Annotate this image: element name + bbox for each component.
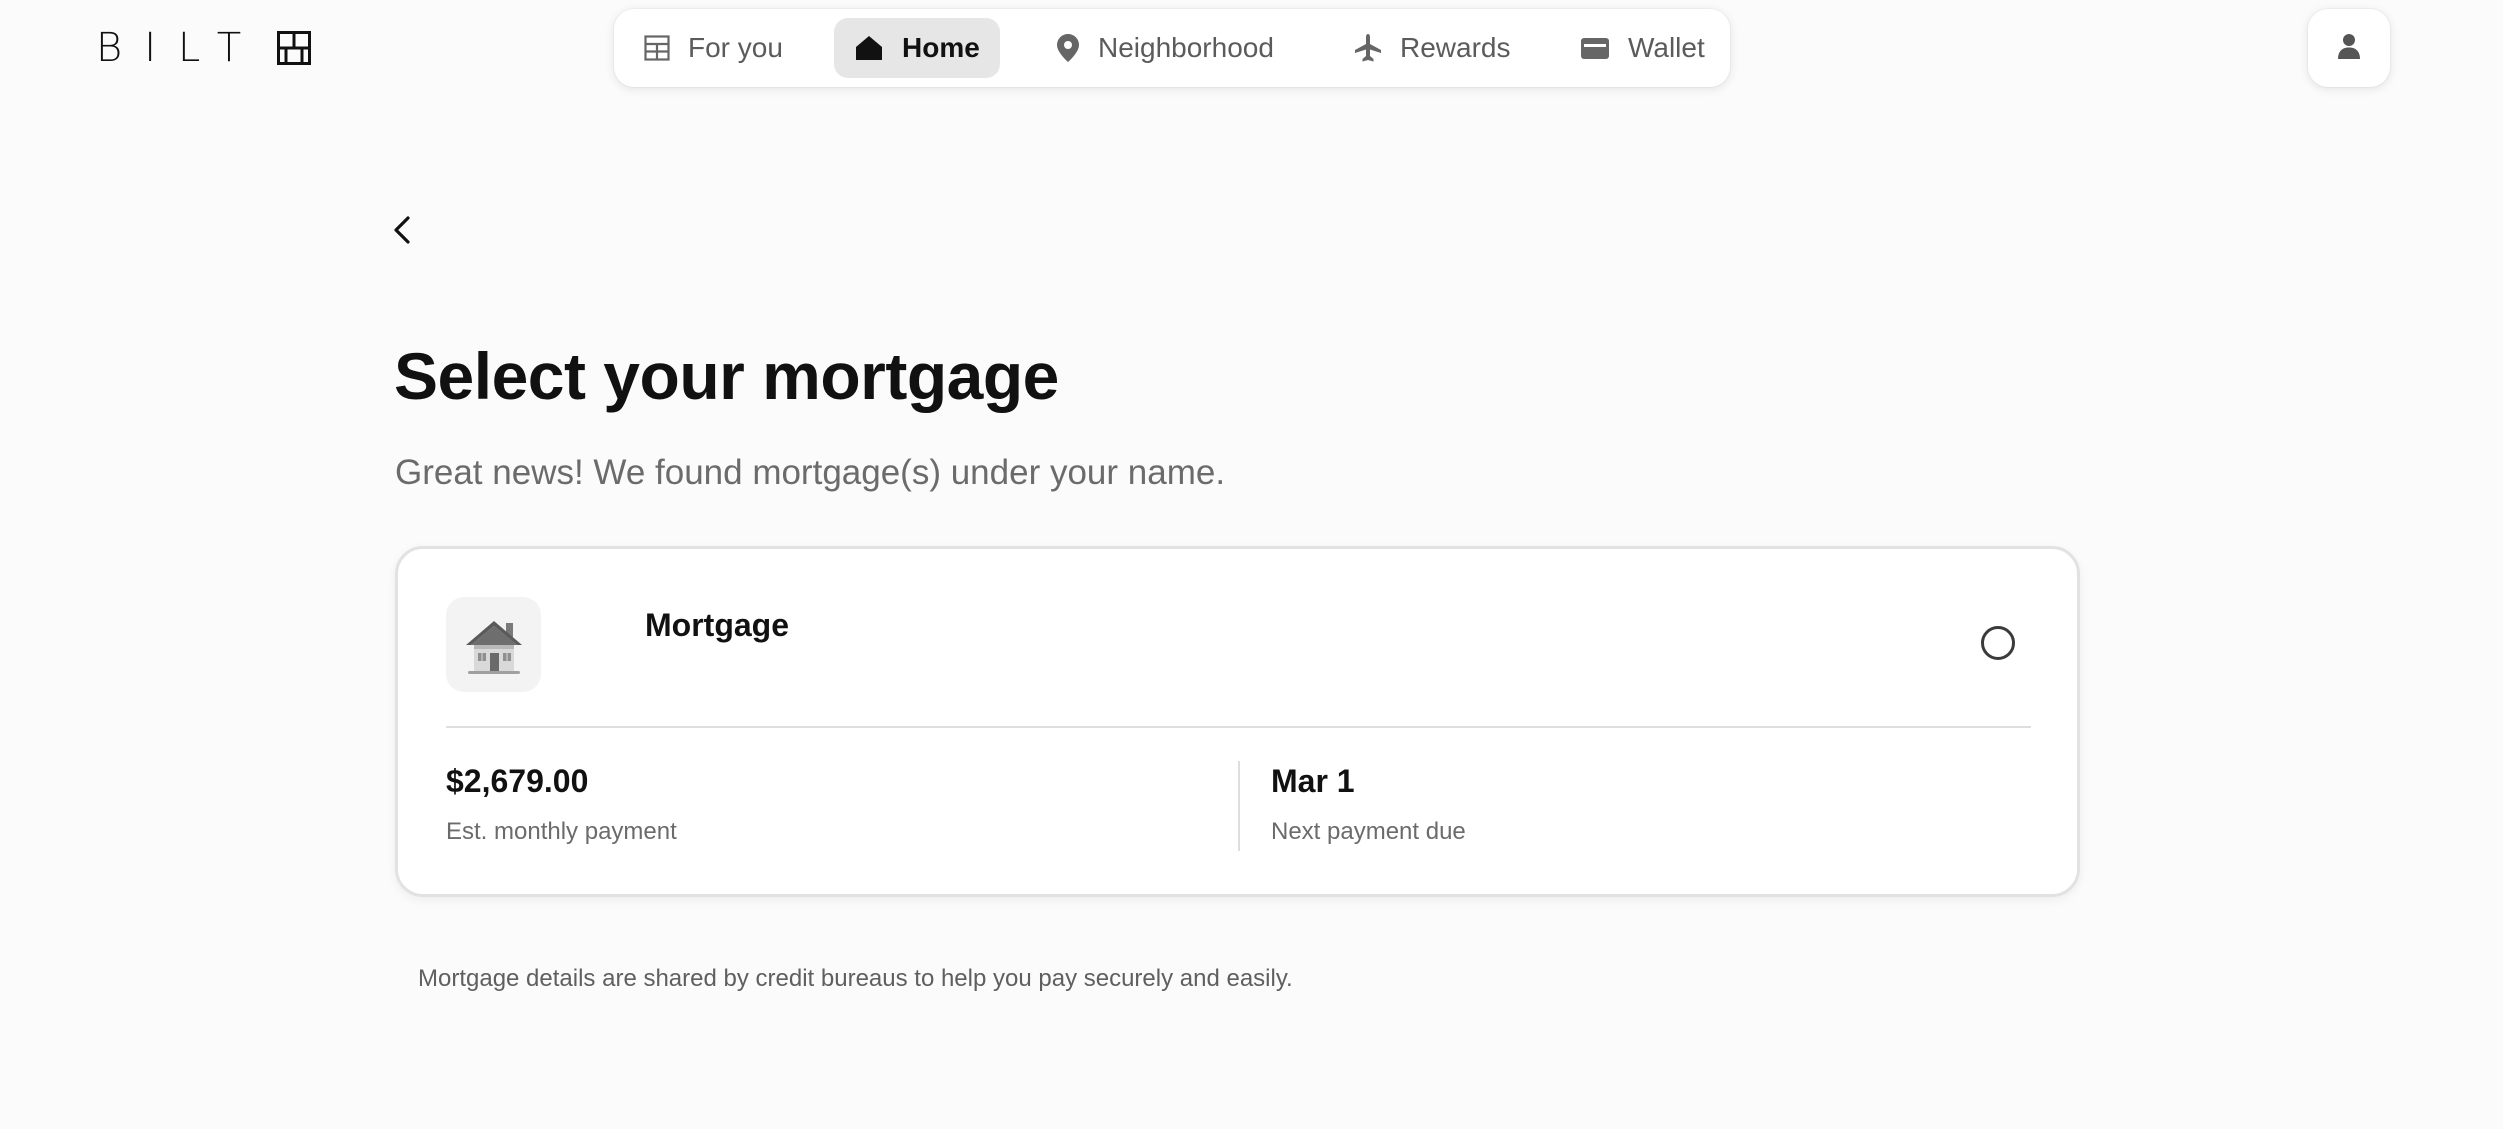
nav-label-for-you: For you — [688, 32, 783, 63]
airplane-icon — [1354, 33, 1382, 63]
chevron-left-icon — [393, 215, 411, 250]
disclaimer-text: Mortgage details are shared by credit bu… — [418, 965, 1293, 992]
nav-item-home[interactable]: Home — [834, 18, 1000, 78]
back-button[interactable] — [386, 212, 418, 252]
nav-item-rewards[interactable]: Rewards — [1334, 18, 1530, 78]
page-title: Select your mortgage — [394, 339, 1059, 413]
bilt-logo[interactable]: BILT — [96, 25, 312, 71]
nav-label-home: Home — [902, 32, 980, 63]
card-vertical-divider — [1238, 761, 1240, 851]
grid-building-icon — [644, 35, 670, 61]
monthly-payment-value: $2,679.00 — [446, 763, 589, 799]
next-payment-due-value: Mar 1 — [1271, 763, 1355, 799]
map-pin-icon — [1056, 33, 1080, 63]
monthly-payment-label: Est. monthly payment — [446, 818, 677, 845]
user-icon — [2337, 33, 2361, 64]
logo-text: BILT — [96, 25, 264, 71]
profile-button[interactable] — [2308, 9, 2390, 87]
home-icon — [854, 34, 884, 62]
nav-item-neighborhood[interactable]: Neighborhood — [1036, 18, 1294, 78]
nav-label-rewards: Rewards — [1400, 32, 1511, 63]
wallet-icon — [1580, 35, 1610, 61]
house-icon — [446, 597, 541, 692]
bilt-building-icon — [277, 31, 312, 65]
nav-label-neighborhood: Neighborhood — [1098, 32, 1274, 63]
main-nav: For you Home Neighborhood Rewards Wallet — [614, 9, 1730, 87]
mortgage-title: Mortgage — [645, 607, 789, 643]
mortgage-radio[interactable] — [1981, 626, 2015, 660]
page-subtitle: Great news! We found mortgage(s) under y… — [395, 453, 1226, 492]
nav-label-wallet: Wallet — [1628, 32, 1705, 63]
nav-item-for-you[interactable]: For you — [624, 18, 803, 78]
nav-item-wallet[interactable]: Wallet — [1560, 18, 1725, 78]
card-divider — [446, 726, 2031, 728]
mortgage-card[interactable]: Mortgage $2,679.00 Est. monthly payment … — [395, 546, 2080, 897]
next-payment-due-label: Next payment due — [1271, 818, 1466, 845]
